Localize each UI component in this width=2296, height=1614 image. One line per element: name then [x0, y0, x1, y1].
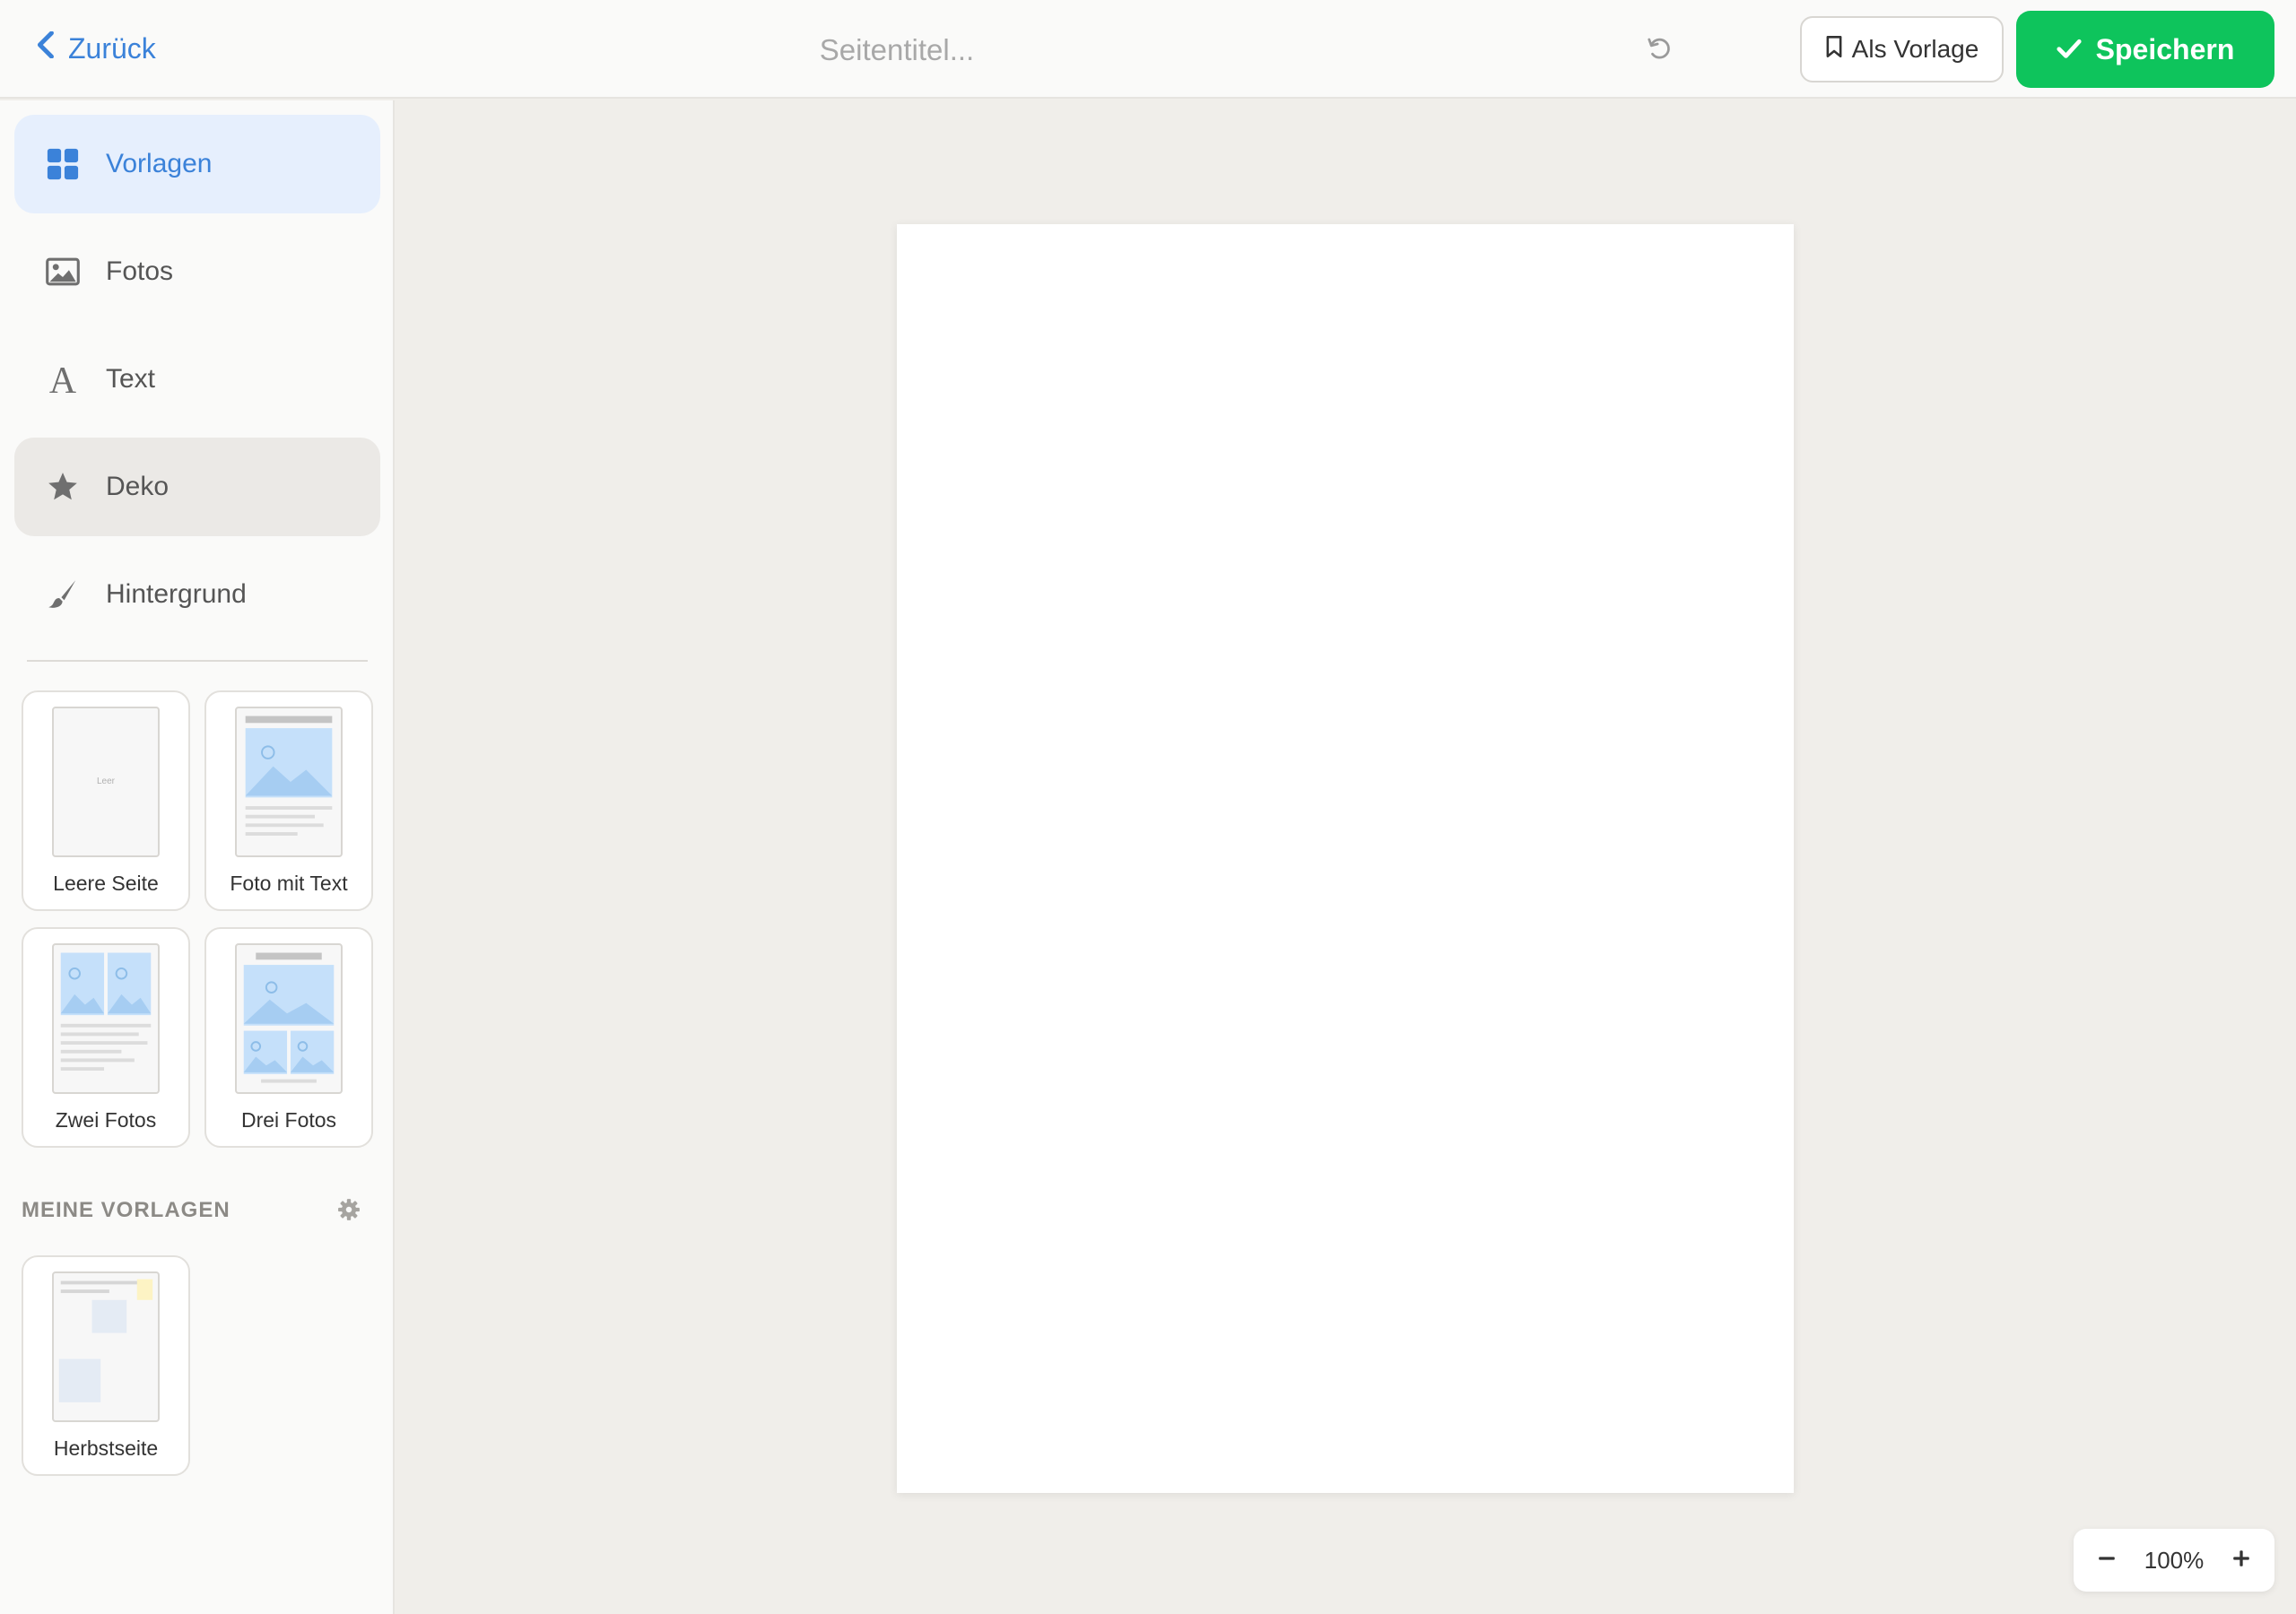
template-thumbnail	[52, 1271, 160, 1422]
sidebar-item-label: Hintergrund	[106, 579, 247, 609]
sidebar-item-deko[interactable]: Deko	[14, 438, 380, 536]
template-thumbnail	[235, 943, 343, 1094]
template-label: Zwei Fotos	[55, 1108, 157, 1132]
template-card-blank[interactable]: Leer Leere Seite	[22, 690, 190, 911]
save-as-template-button[interactable]: Als Vorlage	[1800, 16, 2004, 82]
save-as-template-label: Als Vorlage	[1851, 35, 1979, 63]
template-card-my-template[interactable]: Herbstseite	[22, 1255, 190, 1476]
chevron-left-icon	[34, 30, 56, 65]
zoom-in-button[interactable]	[2228, 1547, 2255, 1574]
template-label: Leere Seite	[53, 872, 159, 895]
sidebar-item-text[interactable]: A Text	[14, 330, 380, 429]
page-title-input[interactable]	[682, 27, 1112, 74]
template-thumbnail	[235, 707, 343, 857]
sidebar-item-label: Deko	[106, 472, 170, 501]
my-templates-heading: MEINE VORLAGEN	[22, 1198, 230, 1222]
zoom-control: 100%	[2074, 1529, 2274, 1592]
minus-icon	[2097, 1549, 2117, 1573]
text-icon: A	[45, 361, 81, 397]
sidebar-item-label: Vorlagen	[106, 149, 213, 178]
my-templates-settings-button[interactable]	[335, 1198, 362, 1225]
grid-icon	[45, 146, 81, 182]
sidebar-item-label: Text	[106, 364, 156, 394]
sidebar-item-vorlagen[interactable]: Vorlagen	[14, 115, 380, 213]
page-editor: Zurück Als Vorlage Speichern V	[0, 0, 2296, 1614]
checkmark-icon	[2057, 33, 2082, 66]
back-button[interactable]: Zurück	[34, 27, 156, 70]
back-label: Zurück	[68, 31, 156, 65]
template-label: Drei Fotos	[240, 1108, 337, 1132]
undo-icon	[1646, 35, 1673, 66]
plus-icon	[2231, 1549, 2251, 1573]
star-icon	[45, 469, 81, 505]
undo-button[interactable]	[1641, 32, 1677, 68]
canvas-page[interactable]	[897, 224, 1794, 1493]
template-card-two-photos[interactable]: Zwei Fotos	[22, 927, 190, 1148]
brush-icon	[45, 577, 81, 612]
sidebar: Vorlagen Fotos A Text Deko Hintergrund L…	[0, 100, 395, 1614]
image-icon	[45, 254, 81, 290]
template-label: Herbstseite	[53, 1436, 159, 1460]
sidebar-item-fotos[interactable]: Fotos	[14, 222, 380, 321]
sidebar-divider	[27, 660, 368, 662]
gear-icon	[337, 1198, 361, 1226]
sidebar-item-label: Fotos	[106, 256, 174, 286]
zoom-level: 100%	[2144, 1546, 2205, 1574]
template-thumbnail: Leer	[52, 707, 160, 857]
save-label: Speichern	[2095, 32, 2235, 65]
top-bar: Zurück Als Vorlage Speichern	[0, 0, 2296, 99]
template-label: Foto mit Text	[230, 872, 348, 895]
sidebar-item-hintergrund[interactable]: Hintergrund	[14, 545, 380, 644]
template-card-photo-with-text[interactable]: Foto mit Text	[204, 690, 373, 911]
zoom-out-button[interactable]	[2093, 1547, 2120, 1574]
template-thumbnail	[52, 943, 160, 1094]
bookmark-icon	[1825, 35, 1843, 65]
svg-text:A: A	[49, 362, 76, 396]
save-button[interactable]: Speichern	[2016, 11, 2274, 88]
template-card-three-photos[interactable]: Drei Fotos	[204, 927, 373, 1148]
thumbnail-placeholder-text: Leer	[96, 777, 115, 786]
